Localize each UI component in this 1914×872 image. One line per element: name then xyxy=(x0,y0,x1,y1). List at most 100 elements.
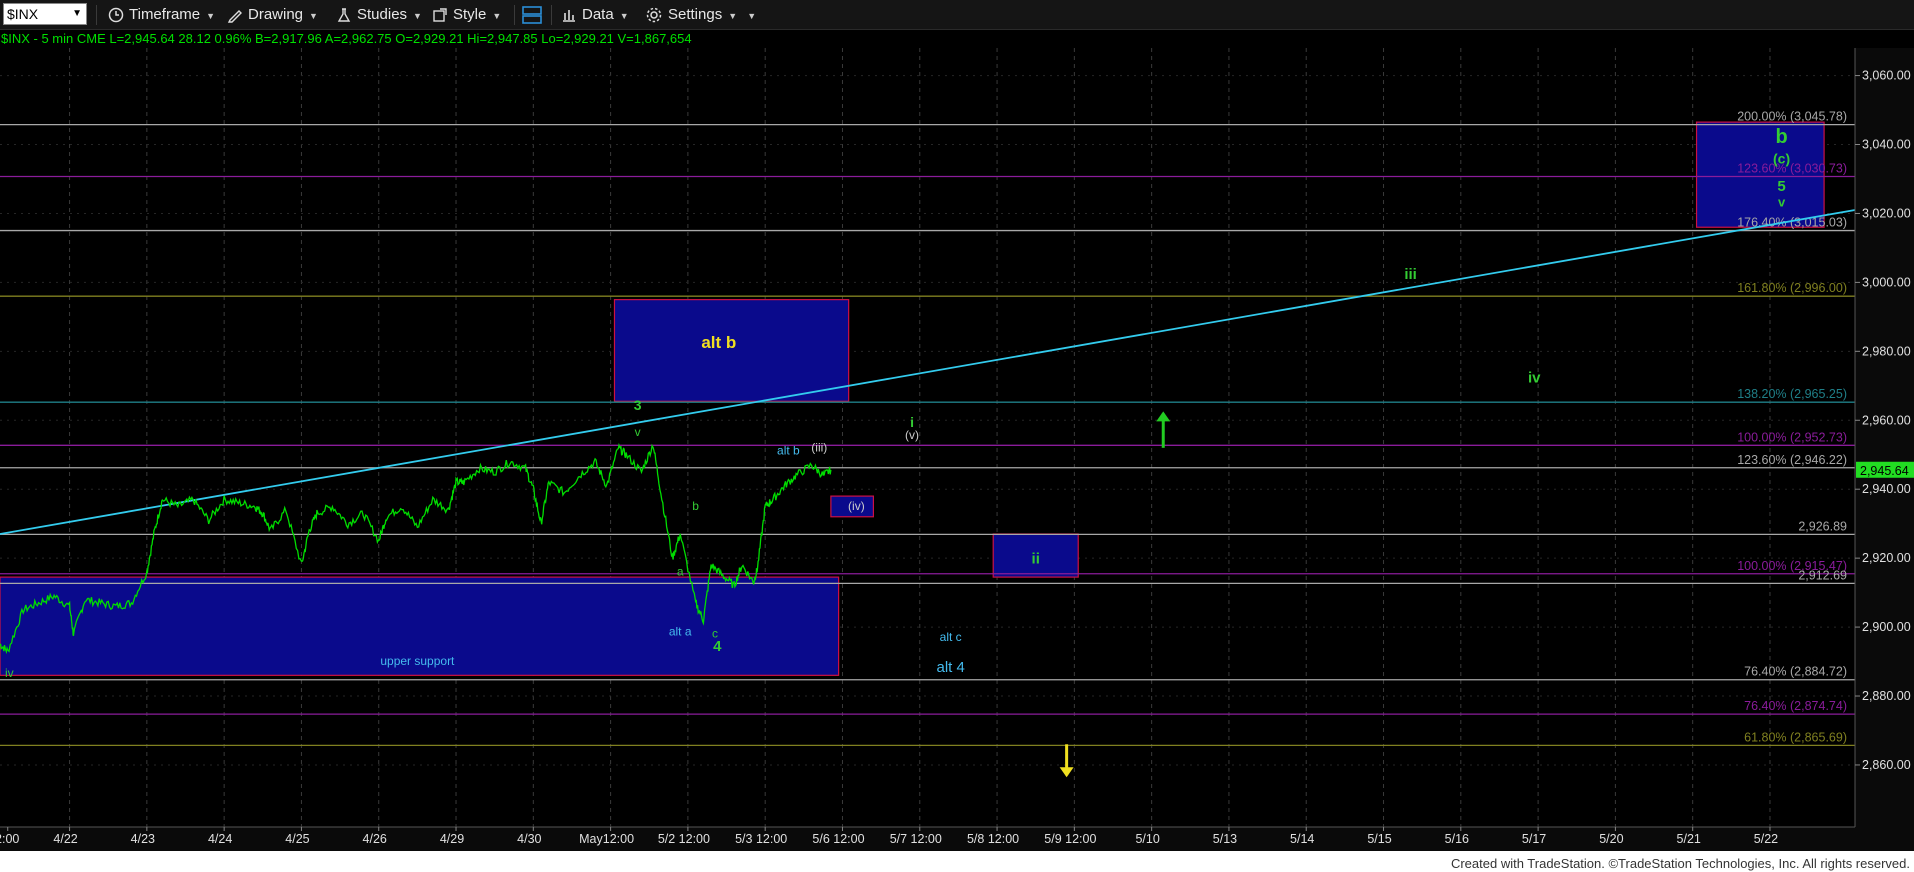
date-tick-label: 5/16 xyxy=(1445,832,1469,846)
wave-label: 4 xyxy=(713,638,722,655)
price-tick-label: 2,980.00 xyxy=(1862,344,1911,358)
date-tick-label: 5/3 12:00 xyxy=(735,832,787,846)
date-tick-label: 5/15 xyxy=(1367,832,1391,846)
fib-level-label: 76.40% (2,874.74) xyxy=(1744,699,1847,713)
wave-label: alt c xyxy=(940,630,962,644)
timeframe-menu[interactable]: Timeframe ▼ xyxy=(108,0,215,30)
style-label: Style xyxy=(453,6,487,23)
wave-label: v xyxy=(635,425,641,439)
wave-label: alt a xyxy=(669,625,692,639)
bar-chart-icon xyxy=(563,10,575,22)
settings-menu[interactable]: Settings ▼ ▼ xyxy=(645,0,756,30)
price-tick-label: 2,880.00 xyxy=(1862,689,1911,703)
price-tick-label: 3,000.00 xyxy=(1862,275,1911,289)
fib-level-label: 2,926.89 xyxy=(1798,519,1847,533)
symbol-text: $INX xyxy=(7,6,39,22)
price-tick-label: 2,920.00 xyxy=(1862,551,1911,565)
wave-label: upper support xyxy=(380,654,455,668)
layout-button[interactable] xyxy=(521,0,548,30)
style-menu[interactable]: Style ▼ xyxy=(432,0,501,30)
date-tick-label: 5/8 12:00 xyxy=(967,832,1019,846)
price-tick-label: 2,900.00 xyxy=(1862,620,1911,634)
date-tick-label: 4/29 xyxy=(440,832,464,846)
price-tick-label: 2,960.00 xyxy=(1862,413,1911,427)
date-tick-label: 5/2 12:00 xyxy=(658,832,710,846)
fib-level-label: 200.00% (3,045.78) xyxy=(1737,110,1847,124)
wave-label: (iv) xyxy=(848,499,865,513)
fib-level-label: 2,912.69 xyxy=(1798,568,1847,582)
chevron-down-icon: ▼ xyxy=(206,11,216,21)
price-tick-label: 3,020.00 xyxy=(1862,206,1911,220)
chevron-down-icon: ▼ xyxy=(492,11,502,21)
pencil-icon xyxy=(227,10,242,23)
wave-label: a xyxy=(677,564,684,578)
price-tick-label: 2,940.00 xyxy=(1862,482,1911,496)
date-tick-label: 5/20 xyxy=(1599,832,1623,846)
wave-label: 5 xyxy=(1777,178,1785,195)
chevron-down-icon[interactable]: ▼ xyxy=(72,4,82,24)
wave-label: iii xyxy=(1404,266,1417,283)
date-tick-label: 5/13 xyxy=(1213,832,1237,846)
price-tick-label: 3,060.00 xyxy=(1862,69,1911,83)
wave-label: iv xyxy=(1528,369,1541,386)
chevron-down-icon: ▼ xyxy=(747,11,757,21)
fib-level-label: 123.60% (3,030.73) xyxy=(1737,161,1847,175)
chevron-down-icon: ▼ xyxy=(309,11,318,21)
flask-icon xyxy=(337,8,351,22)
date-tick-label: 5/10 xyxy=(1135,832,1159,846)
wave-label: (v) xyxy=(905,428,919,442)
style-icon xyxy=(433,8,447,22)
fib-level-label: 161.80% (2,996.00) xyxy=(1737,281,1847,295)
date-tick-label: 5/7 12:00 xyxy=(890,832,942,846)
data-menu[interactable]: Data ▼ xyxy=(561,0,629,30)
layout-icon xyxy=(522,6,542,24)
quote-line: $INX - 5 min CME L=2,945.64 28.12 0.96% … xyxy=(1,31,692,46)
date-tick-label: 4/24 xyxy=(208,832,232,846)
credit-text: Created with TradeStation. ©TradeStation… xyxy=(1450,856,1910,871)
date-tick-label: 5/6 12:00 xyxy=(812,832,864,846)
axis-background xyxy=(1855,48,1914,851)
fib-level-label: 61.80% (2,865.69) xyxy=(1744,730,1847,744)
date-tick-label: 4/25 xyxy=(285,832,309,846)
wave-label: (iii) xyxy=(811,440,827,454)
date-tick-label: 4/30 xyxy=(517,832,541,846)
price-tick-label: 3,040.00 xyxy=(1862,138,1911,152)
toolbar-divider xyxy=(514,5,515,25)
timeframe-label: Timeframe xyxy=(129,6,201,23)
wave-label: alt 4 xyxy=(937,659,965,676)
date-tick-label: 4/22 xyxy=(53,832,77,846)
settings-label: Settings xyxy=(668,6,723,23)
toolbar-divider xyxy=(551,5,552,25)
date-tick-label: May12:00 xyxy=(579,832,634,846)
date-tick-label: 5/21 xyxy=(1677,832,1701,846)
wave-label: 3 xyxy=(634,397,642,413)
wave-label: b xyxy=(1775,126,1787,148)
plot-background xyxy=(0,48,1855,827)
gear-icon xyxy=(646,7,662,23)
studies-menu[interactable]: Studies ▼ xyxy=(336,0,422,30)
date-tick-label: 5/22 xyxy=(1754,832,1778,846)
symbol-input[interactable]: $INX ▼ xyxy=(3,3,87,25)
footer-bar: Created with TradeStation. ©TradeStation… xyxy=(0,851,1914,872)
price-tick-label: 2,860.00 xyxy=(1862,758,1911,772)
price-chart[interactable]: 200.00% (3,045.78)123.60% (3,030.73)176.… xyxy=(0,0,1914,852)
fib-level-label: 100.00% (2,952.73) xyxy=(1737,430,1847,444)
wave-label: (c) xyxy=(1773,150,1790,166)
chevron-down-icon: ▼ xyxy=(413,11,422,21)
date-tick-label: 4/23 xyxy=(131,832,155,846)
last-price-label: 2,945.64 xyxy=(1860,464,1909,478)
wave-label: alt b xyxy=(777,444,800,458)
wave-label: v xyxy=(1778,195,1786,210)
date-tick-label: 5/14 xyxy=(1290,832,1314,846)
fib-level-label: 76.40% (2,884.72) xyxy=(1744,665,1847,679)
studies-label: Studies xyxy=(357,6,408,23)
drawing-menu[interactable]: Drawing ▼ xyxy=(227,0,318,30)
clock-icon xyxy=(108,7,124,23)
fib-level-label: 138.20% (2,965.25) xyxy=(1737,387,1847,401)
fib-level-label: 123.60% (2,946.22) xyxy=(1737,453,1847,467)
date-tick-label: 12:00 xyxy=(0,832,19,846)
wave-label: ii xyxy=(1032,550,1040,567)
toolbar: $INX ▼ Timeframe ▼ Drawing ▼ Studies ▼ Styl… xyxy=(0,0,1914,30)
drawing-label: Drawing xyxy=(248,6,304,23)
toolbar-divider xyxy=(96,5,97,25)
